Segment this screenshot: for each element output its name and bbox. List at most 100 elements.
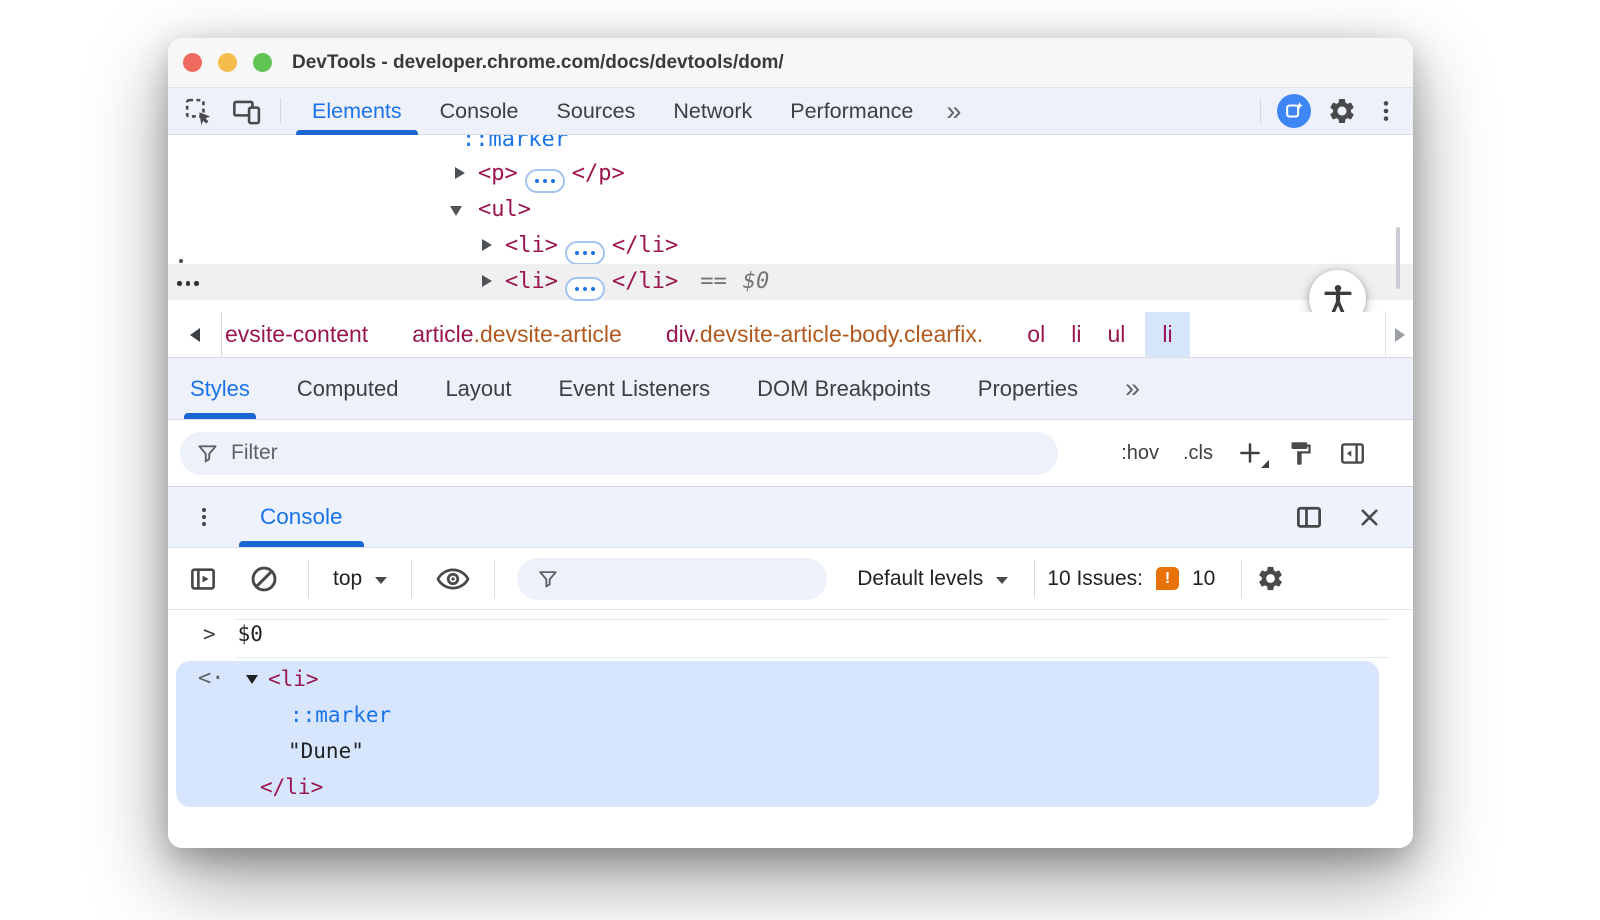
- drawer-kebab-menu-icon[interactable]: [192, 505, 216, 529]
- result-text-node: "Dune": [288, 739, 364, 763]
- devtools-main-toolbar: Elements Console Sources Network Perform…: [168, 88, 1413, 135]
- issues-badge-icon: !: [1156, 567, 1179, 590]
- tab-properties[interactable]: Properties: [978, 358, 1078, 419]
- console-result-arrow-icon: <·: [198, 666, 225, 691]
- more-tabs-icon[interactable]: »: [1125, 358, 1140, 419]
- settings-gear-icon[interactable]: [1327, 96, 1357, 126]
- result-close-tag: </li>: [260, 775, 323, 799]
- breadcrumb-scroll-right-button[interactable]: [1385, 312, 1413, 357]
- inline-expand-icon[interactable]: [525, 169, 565, 193]
- console-settings-gear-icon[interactable]: [1256, 564, 1285, 593]
- drawer-header-right: [1294, 502, 1413, 532]
- chevron-down-icon: [996, 577, 1008, 584]
- styles-filter-input[interactable]: [231, 441, 931, 465]
- tab-layout[interactable]: Layout: [445, 358, 511, 419]
- console-command-line[interactable]: > $0: [203, 622, 263, 646]
- toolbar-divider: [1260, 98, 1261, 124]
- chevron-right-icon: [1395, 328, 1405, 342]
- tab-performance[interactable]: Performance: [771, 88, 932, 134]
- window-titlebar: DevTools - developer.chrome.com/docs/dev…: [168, 38, 1413, 88]
- breadcrumb: evsite-content article.devsite-article d…: [225, 312, 1190, 357]
- kebab-menu-icon[interactable]: [1373, 98, 1399, 124]
- breadcrumb-item[interactable]: ul: [1107, 321, 1125, 348]
- new-style-rule-button[interactable]: [1237, 440, 1263, 466]
- console-filter-input[interactable]: [569, 567, 809, 590]
- chevron-left-icon: [190, 328, 200, 342]
- drawer-tab-console[interactable]: Console: [260, 487, 343, 547]
- dom-row-li-first[interactable]: <li></li>: [168, 228, 1413, 264]
- styles-filter-pill[interactable]: [180, 432, 1058, 475]
- expand-arrow-icon[interactable]: [482, 239, 492, 251]
- breadcrumb-item[interactable]: article.devsite-article: [412, 321, 622, 348]
- console-result-block[interactable]: <· <li> ::marker "Dune" </li>: [176, 661, 1379, 807]
- console-drawer-header: Console: [168, 487, 1413, 548]
- breadcrumb-item[interactable]: li: [1071, 321, 1081, 348]
- collapse-arrow-icon[interactable]: [246, 675, 258, 684]
- dom-row-ul[interactable]: <ul>: [168, 192, 1413, 228]
- issues-counter[interactable]: 10 Issues: ! 10: [1047, 567, 1215, 591]
- split-panel-icon[interactable]: [1294, 502, 1324, 532]
- dom-row-p[interactable]: <p></p>: [168, 156, 1413, 192]
- window-title: DevTools - developer.chrome.com/docs/dev…: [292, 52, 784, 74]
- tab-elements[interactable]: Elements: [293, 88, 421, 134]
- tab-computed[interactable]: Computed: [297, 358, 399, 419]
- toolbar-right-cluster: [1260, 94, 1413, 128]
- node-more-actions-icon[interactable]: [177, 281, 199, 286]
- tab-network[interactable]: Network: [654, 88, 771, 134]
- toolbar-divider: [280, 98, 281, 124]
- execution-context-dropdown[interactable]: top: [333, 567, 387, 591]
- elements-scrollbar-thumb[interactable]: [1396, 227, 1400, 289]
- breadcrumb-item[interactable]: div.devsite-article-body.clearfix.: [666, 321, 983, 348]
- dropdown-corner-icon: [1261, 460, 1269, 468]
- zoom-traffic-light[interactable]: [253, 53, 272, 72]
- live-expression-eye-icon[interactable]: [434, 564, 472, 594]
- dom-row-cut-marker[interactable]: ::marker: [168, 135, 1413, 158]
- device-toolbar-icon[interactable]: [231, 96, 262, 127]
- toggle-element-classes-button[interactable]: .cls: [1183, 442, 1213, 465]
- filter-funnel-icon: [537, 568, 559, 590]
- dock-sidebar-icon[interactable]: [1338, 439, 1367, 468]
- clear-console-icon[interactable]: [248, 563, 280, 595]
- collapse-arrow-icon[interactable]: [450, 206, 462, 216]
- log-levels-dropdown[interactable]: Default levels: [857, 567, 1008, 591]
- expand-arrow-icon[interactable]: [455, 167, 465, 179]
- expand-arrow-icon[interactable]: [482, 275, 492, 287]
- toggle-hover-state-button[interactable]: :hov: [1121, 442, 1159, 465]
- tab-event-listeners[interactable]: Event Listeners: [559, 358, 711, 419]
- breadcrumb-scroll-left-button[interactable]: [168, 312, 222, 357]
- inline-expand-icon[interactable]: [565, 277, 605, 301]
- tab-dom-breakpoints[interactable]: DOM Breakpoints: [757, 358, 931, 419]
- result-pseudo-marker: ::marker: [290, 703, 391, 727]
- message-divider: [235, 619, 1390, 620]
- styles-pane-tabbar: Styles Computed Layout Event Listeners D…: [168, 358, 1413, 420]
- toolbar-divider: [308, 560, 309, 598]
- panel-tabs: Elements Console Sources Network Perform…: [293, 88, 975, 134]
- rendering-brush-icon[interactable]: [1287, 440, 1314, 467]
- ai-assistance-icon[interactable]: [1277, 94, 1311, 128]
- filter-funnel-icon: [196, 442, 219, 465]
- dom-row-li-selected[interactable]: <li></li>==$0: [168, 264, 1413, 300]
- inline-expand-icon[interactable]: [565, 241, 605, 265]
- result-open-tag: <li>: [268, 667, 319, 691]
- devtools-window: DevTools - developer.chrome.com/docs/dev…: [168, 38, 1413, 848]
- tab-styles[interactable]: Styles: [190, 358, 250, 419]
- toolbar-divider: [1241, 560, 1242, 598]
- dollar-zero-badge: $0: [743, 269, 770, 294]
- close-traffic-light[interactable]: [183, 53, 202, 72]
- breadcrumb-item[interactable]: ol: [1027, 321, 1045, 348]
- close-drawer-icon[interactable]: [1356, 504, 1383, 531]
- show-console-sidebar-icon[interactable]: [188, 564, 218, 594]
- breadcrumb-item[interactable]: evsite-content: [225, 321, 368, 348]
- screenshot-stage: DevTools - developer.chrome.com/docs/dev…: [0, 0, 1600, 920]
- console-prompt-icon: >: [203, 622, 216, 646]
- inspect-element-icon[interactable]: [183, 96, 214, 127]
- minimize-traffic-light[interactable]: [218, 53, 237, 72]
- breadcrumb-item-selected[interactable]: li: [1145, 312, 1189, 357]
- console-toolbar: top Default levels: [168, 548, 1413, 610]
- more-tabs-icon[interactable]: »: [932, 88, 975, 134]
- tab-sources[interactable]: Sources: [538, 88, 655, 134]
- console-filter-pill[interactable]: [517, 558, 827, 600]
- toolbar-divider: [494, 560, 495, 598]
- tab-console[interactable]: Console: [421, 88, 538, 134]
- elements-dom-tree: ::marker <p></p> <ul> <li></li> <li></li…: [168, 135, 1413, 312]
